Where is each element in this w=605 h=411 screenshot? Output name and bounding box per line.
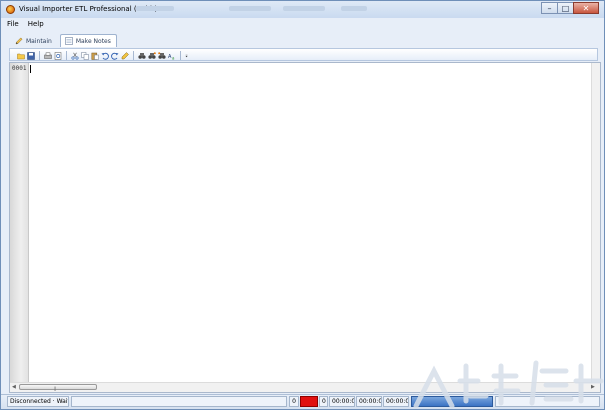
open-folder-icon[interactable] bbox=[17, 52, 25, 60]
notes-editor[interactable]: 0001 ◀ ||| ▶ bbox=[9, 62, 601, 393]
horizontal-scrollbar[interactable]: ◀ ||| ▶ bbox=[10, 382, 600, 392]
redo-icon[interactable] bbox=[111, 52, 119, 60]
menu-help[interactable]: Help bbox=[26, 19, 46, 31]
title-bar[interactable]: Visual Importer ETL Professional (64bit)… bbox=[1, 1, 604, 18]
elapsed-time-1: 00:00:00 bbox=[329, 396, 355, 407]
find-icon[interactable] bbox=[138, 52, 146, 60]
toolbar: A a bbox=[17, 51, 190, 60]
count-field-2: 0 bbox=[319, 396, 328, 407]
connection-status-text: Disconnected bbox=[10, 398, 51, 405]
toolbar-panel: A a bbox=[9, 48, 598, 61]
status-panel-extra bbox=[495, 396, 600, 407]
scroll-left-icon[interactable]: ◀ bbox=[12, 383, 16, 391]
tab-maintain-label: Maintain bbox=[26, 37, 52, 45]
notepad-icon bbox=[65, 37, 73, 45]
toolbar-separator bbox=[180, 51, 181, 60]
overflow-icon[interactable] bbox=[185, 52, 190, 60]
menu-file[interactable]: File bbox=[5, 19, 21, 31]
copy-icon[interactable] bbox=[81, 51, 89, 60]
undo-icon[interactable] bbox=[101, 52, 109, 60]
menu-file-label: File bbox=[7, 20, 19, 28]
window-controls: – □ ✕ bbox=[541, 2, 599, 15]
scroll-right-icon[interactable]: ▶ bbox=[591, 383, 595, 391]
toolbar-separator bbox=[66, 51, 67, 60]
minimize-icon: – bbox=[547, 4, 552, 13]
toolbar-separator bbox=[133, 51, 134, 60]
horizontal-scroll-thumb[interactable]: ||| bbox=[19, 384, 97, 391]
close-button[interactable]: ✕ bbox=[573, 2, 599, 14]
vertical-scrollbar[interactable] bbox=[591, 63, 600, 383]
connection-status: Disconnected · Waiting bbox=[7, 396, 69, 407]
print-preview-icon[interactable] bbox=[54, 51, 62, 60]
elapsed-time-3: 00:00:00 bbox=[383, 396, 409, 407]
app-window: Visual Importer ETL Professional (64bit)… bbox=[0, 0, 605, 410]
maximize-icon: □ bbox=[561, 4, 570, 13]
cut-icon[interactable] bbox=[71, 52, 79, 60]
line-number: 0001 bbox=[12, 65, 27, 72]
app-logo-icon bbox=[6, 5, 15, 14]
maximize-button[interactable]: □ bbox=[557, 2, 573, 14]
print-icon[interactable] bbox=[44, 52, 52, 60]
save-icon[interactable] bbox=[27, 51, 35, 60]
line-number-gutter: 0001 bbox=[10, 63, 29, 383]
tab-maintain[interactable]: Maintain bbox=[10, 34, 58, 47]
text-caret bbox=[30, 65, 31, 73]
menu-bar: File Help bbox=[5, 19, 46, 31]
replace-icon[interactable]: A a bbox=[168, 52, 176, 60]
close-icon: ✕ bbox=[582, 4, 590, 13]
grip-icon: ||| bbox=[54, 386, 56, 391]
svg-text:a: a bbox=[172, 55, 175, 60]
tab-strip: Maintain Make Notes bbox=[10, 34, 117, 48]
blurred-title-text bbox=[136, 6, 174, 11]
status-bar: Disconnected · Waiting 0 0 00:00:00 00:0… bbox=[1, 394, 604, 409]
tab-make-notes-label: Make Notes bbox=[75, 37, 111, 45]
count-field-1: 0 bbox=[289, 396, 299, 407]
elapsed-time-2: 00:00:00 bbox=[356, 396, 382, 407]
blurred-title-text bbox=[341, 6, 367, 11]
tab-make-notes[interactable]: Make Notes bbox=[59, 34, 117, 47]
blurred-title-text bbox=[229, 6, 271, 11]
pencil-icon bbox=[15, 37, 23, 45]
state-status-text: Waiting bbox=[56, 398, 68, 405]
toolbar-separator bbox=[39, 51, 40, 60]
clear-icon[interactable] bbox=[121, 51, 129, 60]
progress-indicator bbox=[411, 396, 493, 407]
paste-icon[interactable] bbox=[91, 52, 99, 60]
find-next-icon[interactable] bbox=[148, 51, 156, 60]
blurred-title-text bbox=[283, 6, 325, 11]
find-previous-icon[interactable] bbox=[158, 51, 166, 60]
menu-help-label: Help bbox=[27, 20, 44, 28]
status-message-area bbox=[71, 396, 287, 407]
minimize-button[interactable]: – bbox=[541, 2, 557, 14]
error-indicator bbox=[300, 396, 318, 407]
